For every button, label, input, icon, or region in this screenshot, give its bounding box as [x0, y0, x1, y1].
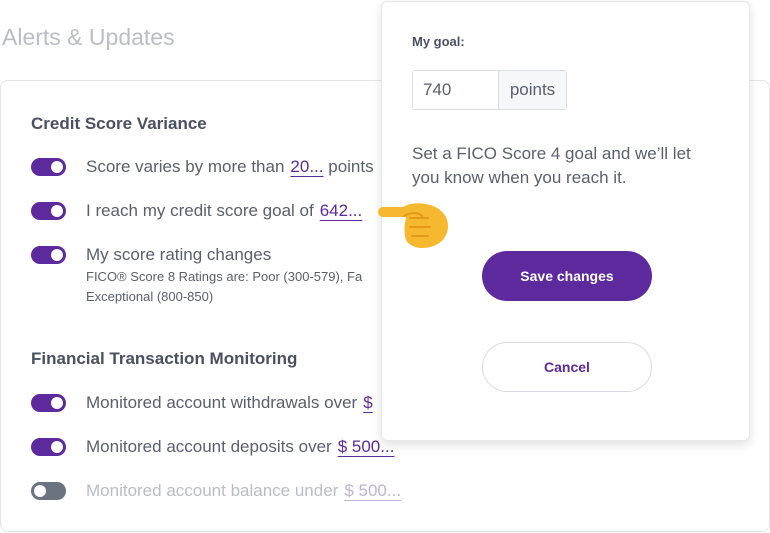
- pointing-hand-icon: [378, 203, 448, 248]
- goal-unit: points: [499, 71, 566, 109]
- score-variance-value-link[interactable]: 20...: [290, 157, 323, 176]
- toggle-knob: [51, 161, 63, 173]
- alert-text: Monitored account balance under: [86, 481, 339, 500]
- withdrawals-value-link[interactable]: $: [363, 393, 372, 412]
- section-title-credit: Credit Score Variance: [31, 114, 207, 133]
- alert-label-score-goal: I reach my credit score goal of 642...: [86, 201, 362, 221]
- toggle-knob: [34, 485, 46, 497]
- alert-row-deposits: Monitored account deposits over $ 500...: [31, 435, 394, 459]
- alert-label-balance: Monitored account balance under $ 500...: [86, 481, 401, 501]
- goal-input[interactable]: [413, 71, 499, 109]
- alert-label-withdrawals: Monitored account withdrawals over $: [86, 393, 373, 413]
- rating-note-line1: FICO® Score 8 Ratings are: Poor (300-579…: [86, 269, 363, 284]
- alert-row-score-variance: Score varies by more than 20... points: [31, 155, 374, 179]
- goal-label: My goal:: [412, 34, 465, 49]
- toggle-rating-change[interactable]: [31, 246, 66, 264]
- toggle-knob: [51, 205, 63, 217]
- alert-row-score-goal: I reach my credit score goal of 642...: [31, 199, 362, 223]
- alert-row-withdrawals: Monitored account withdrawals over $: [31, 391, 373, 415]
- score-goal-value-link[interactable]: 642...: [320, 201, 363, 220]
- alert-text: Monitored account withdrawals over: [86, 393, 358, 412]
- toggle-deposits[interactable]: [31, 438, 66, 456]
- alert-label-score-variance: Score varies by more than 20... points: [86, 157, 374, 177]
- cancel-button[interactable]: Cancel: [482, 342, 652, 392]
- toggle-knob: [51, 397, 63, 409]
- toggle-knob: [51, 441, 63, 453]
- toggle-withdrawals[interactable]: [31, 394, 66, 412]
- save-changes-button[interactable]: Save changes: [482, 251, 652, 301]
- section-title-transactions: Financial Transaction Monitoring: [31, 349, 298, 368]
- page-title: Alerts & Updates: [2, 24, 175, 50]
- toggle-knob: [51, 249, 63, 261]
- balance-value-link[interactable]: $ 500...: [344, 481, 401, 500]
- goal-input-group: points: [412, 70, 567, 110]
- alert-text: Monitored account deposits over: [86, 437, 332, 456]
- alert-suffix: points: [328, 157, 374, 176]
- alert-label-deposits: Monitored account deposits over $ 500...: [86, 437, 394, 457]
- alert-row-balance: Monitored account balance under $ 500...: [31, 479, 401, 503]
- rating-note-line2: Exceptional (800-850): [86, 289, 214, 304]
- toggle-balance[interactable]: [31, 482, 66, 500]
- toggle-score-goal[interactable]: [31, 202, 66, 220]
- alert-label-rating-change: My score rating changes: [86, 245, 272, 264]
- toggle-score-variance[interactable]: [31, 158, 66, 176]
- alert-text: Score varies by more than: [86, 157, 285, 176]
- goal-description: Set a FICO Score 4 goal and we’ll let yo…: [412, 144, 691, 187]
- alert-row-rating-change: My score rating changes: [31, 243, 271, 267]
- alert-text: I reach my credit score goal of: [86, 201, 314, 220]
